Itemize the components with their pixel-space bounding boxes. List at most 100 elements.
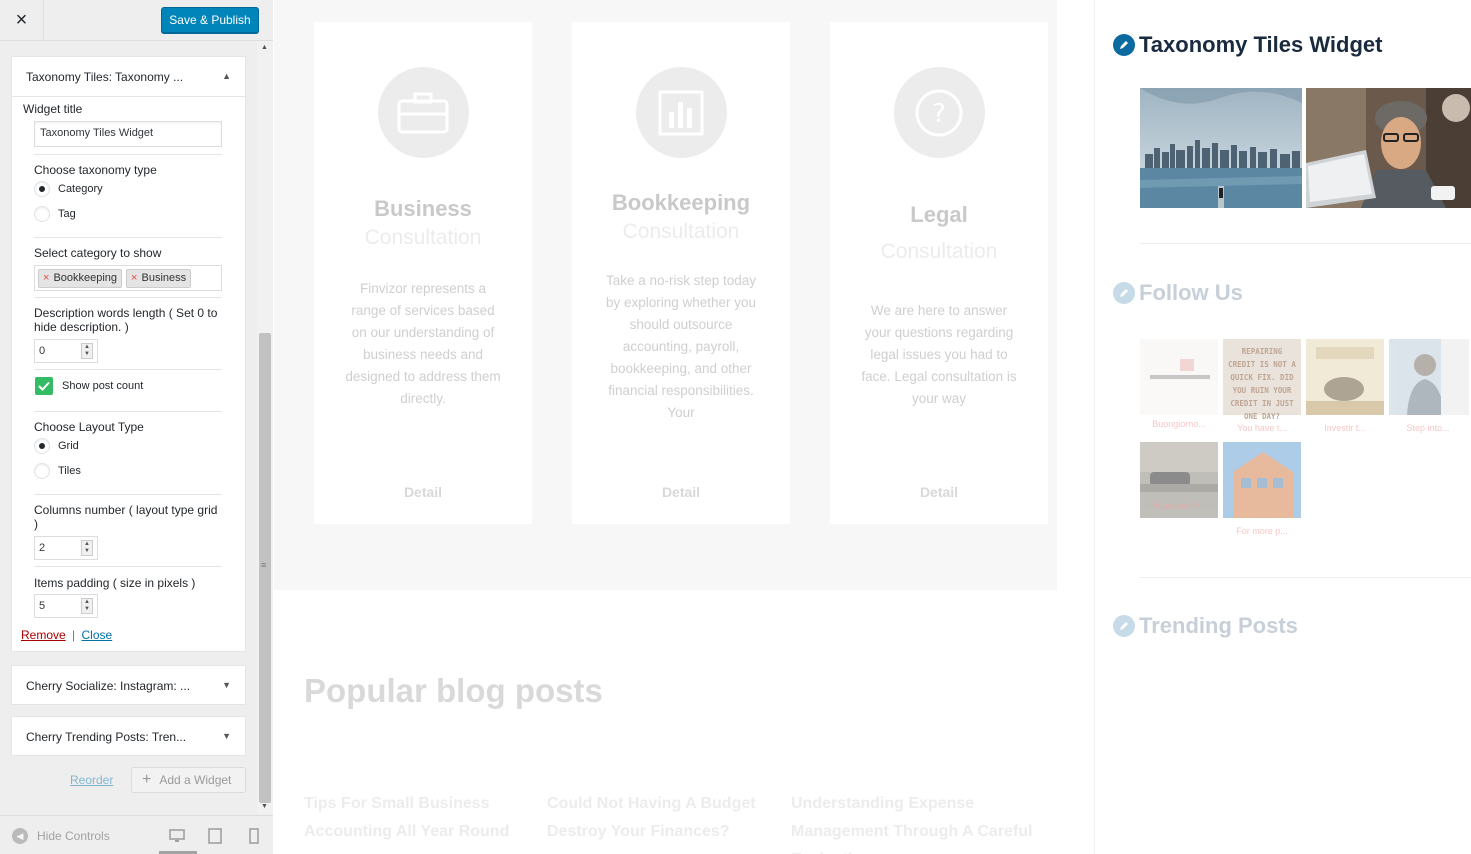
radio-category[interactable]: Category: [34, 180, 103, 198]
service-card[interactable]: Bookkeeping Consultation Take a no-risk …: [572, 22, 790, 524]
post-title-link[interactable]: Understanding Expense Management Through…: [791, 790, 1041, 854]
instagram-caption: You have t...: [1237, 423, 1287, 433]
radio-button[interactable]: [34, 463, 50, 479]
add-widget-label: Add a Widget: [159, 773, 232, 787]
desc-length-label: Description words length ( Set 0 to hide…: [34, 306, 218, 334]
service-card[interactable]: Business Consultation Finvizor represent…: [314, 22, 532, 524]
remove-chip-icon[interactable]: ×: [43, 272, 49, 284]
tablet-preview-icon[interactable]: [207, 828, 223, 844]
card-subtitle: Consultation: [622, 220, 740, 243]
hide-controls-button[interactable]: ◀ Hide Controls: [12, 828, 110, 844]
radio-button[interactable]: [34, 181, 50, 197]
category-chip[interactable]: × Business: [126, 268, 192, 288]
mobile-preview-icon[interactable]: [246, 828, 262, 844]
taxonomy-tile-bookkeeping[interactable]: [1306, 88, 1471, 208]
divider: [34, 154, 222, 155]
spinner-arrows-icon[interactable]: ▲ ▼: [81, 598, 93, 614]
card-detail-link[interactable]: Detail: [830, 484, 1048, 500]
divider: [34, 237, 222, 238]
taxonomy-tile-business[interactable]: [1140, 88, 1302, 208]
radio-label: Grid: [58, 440, 79, 452]
desc-length-input[interactable]: 0 ▲ ▼: [34, 339, 98, 363]
widget-header[interactable]: Taxonomy Tiles: Taxonomy ... ▲: [12, 57, 245, 97]
show-post-count-checkbox[interactable]: [35, 377, 53, 395]
post-title-link[interactable]: Could Not Having A Budget Destroy Your F…: [547, 790, 762, 846]
service-card[interactable]: ? Legal Consultation We are here to answ…: [830, 22, 1048, 524]
add-widget-button[interactable]: + Add a Widget: [131, 767, 246, 793]
chevron-down-icon[interactable]: ▼: [222, 680, 231, 690]
widget-title-text: Follow Us: [1139, 280, 1243, 305]
chevron-up-icon[interactable]: ▲: [222, 71, 231, 81]
save-publish-button[interactable]: Save & Publish: [161, 7, 259, 33]
category-multiselect[interactable]: × Bookkeeping × Business: [34, 265, 222, 291]
radio-grid[interactable]: Grid: [34, 437, 79, 455]
card-detail-link[interactable]: Detail: [314, 484, 532, 500]
remove-chip-icon[interactable]: ×: [131, 272, 137, 284]
bar-chart-icon: [635, 67, 727, 158]
taxonomy-widget-title[interactable]: Taxonomy Tiles Widget: [1113, 32, 1382, 58]
edit-pencil-icon[interactable]: [1113, 34, 1135, 56]
chip-label: Bookkeeping: [53, 272, 118, 284]
scroll-down-icon[interactable]: ▼: [261, 803, 268, 810]
card-detail-link[interactable]: Detail: [572, 484, 790, 500]
columns-value: 2: [39, 542, 46, 554]
controls-footer: ◀ Hide Controls: [0, 815, 273, 854]
divider: [34, 494, 222, 495]
chip-label: Business: [141, 272, 187, 284]
instagram-photo[interactable]: [1223, 442, 1301, 518]
resize-handle-icon[interactable]: ≡: [261, 560, 266, 570]
widget-actions: Remove | Close: [21, 628, 209, 642]
divider: [34, 297, 222, 298]
edit-pencil-icon[interactable]: [1113, 615, 1135, 637]
plus-icon: +: [142, 771, 152, 788]
actions-separator: |: [72, 628, 76, 642]
instagram-caption: #success #...: [1152, 501, 1206, 511]
site-preview: Business Consultation Finvizor represent…: [274, 0, 1471, 854]
spinner-arrows-icon[interactable]: ▲ ▼: [81, 540, 93, 556]
divider: [1139, 243, 1471, 244]
trending-posts-widget-title[interactable]: Trending Posts: [1113, 613, 1298, 639]
padding-label: Items padding ( size in pixels ): [34, 576, 196, 590]
instagram-photo[interactable]: [1389, 339, 1469, 415]
category-chip[interactable]: × Bookkeeping: [38, 268, 123, 288]
widget-title-input[interactable]: Taxonomy Tiles Widget: [34, 121, 222, 147]
instagram-caption: Buongiorno...: [1152, 419, 1206, 429]
controls-header: × Save & Publish: [0, 0, 273, 41]
question-icon: ?: [893, 67, 985, 158]
follow-us-widget-title[interactable]: Follow Us: [1113, 280, 1243, 306]
check-icon: [38, 381, 50, 391]
chevron-down-icon[interactable]: ▼: [222, 731, 231, 741]
instagram-photo[interactable]: [1140, 339, 1218, 415]
radio-button[interactable]: [34, 438, 50, 454]
customizer-controls: × Save & Publish Taxonomy Tiles: Taxonom…: [0, 0, 273, 854]
scroll-up-icon[interactable]: ▲: [261, 44, 268, 51]
taxonomy-type-label: Choose taxonomy type: [34, 163, 157, 177]
instagram-photo[interactable]: REPAIRING CREDIT IS NOT A QUICK FIX. DID…: [1223, 339, 1301, 421]
divider: [34, 566, 222, 567]
spinner-arrows-icon[interactable]: ▲ ▼: [81, 343, 93, 359]
instagram-widget[interactable]: Cherry Socialize: Instagram: ... ▼: [11, 665, 246, 705]
close-icon: ×: [15, 9, 28, 31]
columns-label: Columns number ( layout type grid ): [34, 503, 218, 531]
widget-title-text: Taxonomy Tiles Widget: [1139, 32, 1383, 57]
post-title-link[interactable]: Tips For Small Business Accounting All Y…: [304, 790, 519, 846]
radio-tiles[interactable]: Tiles: [34, 462, 81, 480]
widget-header[interactable]: Cherry Trending Posts: Tren... ▼: [12, 717, 245, 757]
radio-label: Tiles: [58, 465, 81, 477]
padding-input[interactable]: 5 ▲ ▼: [34, 594, 98, 618]
columns-input[interactable]: 2 ▲ ▼: [34, 536, 98, 560]
card-description: We are here to answer your questions reg…: [861, 303, 1017, 406]
close-link[interactable]: Close: [82, 628, 113, 642]
radio-button[interactable]: [34, 206, 50, 222]
widget-header[interactable]: Cherry Socialize: Instagram: ... ▼: [12, 666, 245, 706]
edit-pencil-icon[interactable]: [1113, 282, 1135, 304]
trending-posts-widget[interactable]: Cherry Trending Posts: Tren... ▼: [11, 716, 246, 756]
desktop-preview-icon[interactable]: [169, 828, 185, 844]
reorder-link[interactable]: Reorder: [70, 773, 113, 787]
remove-link[interactable]: Remove: [21, 628, 66, 642]
desc-length-value: 0: [39, 345, 46, 357]
close-customizer-button[interactable]: ×: [0, 0, 44, 41]
show-post-count-label: Show post count: [62, 380, 144, 392]
radio-tag[interactable]: Tag: [34, 205, 76, 223]
instagram-photo[interactable]: [1306, 339, 1384, 415]
